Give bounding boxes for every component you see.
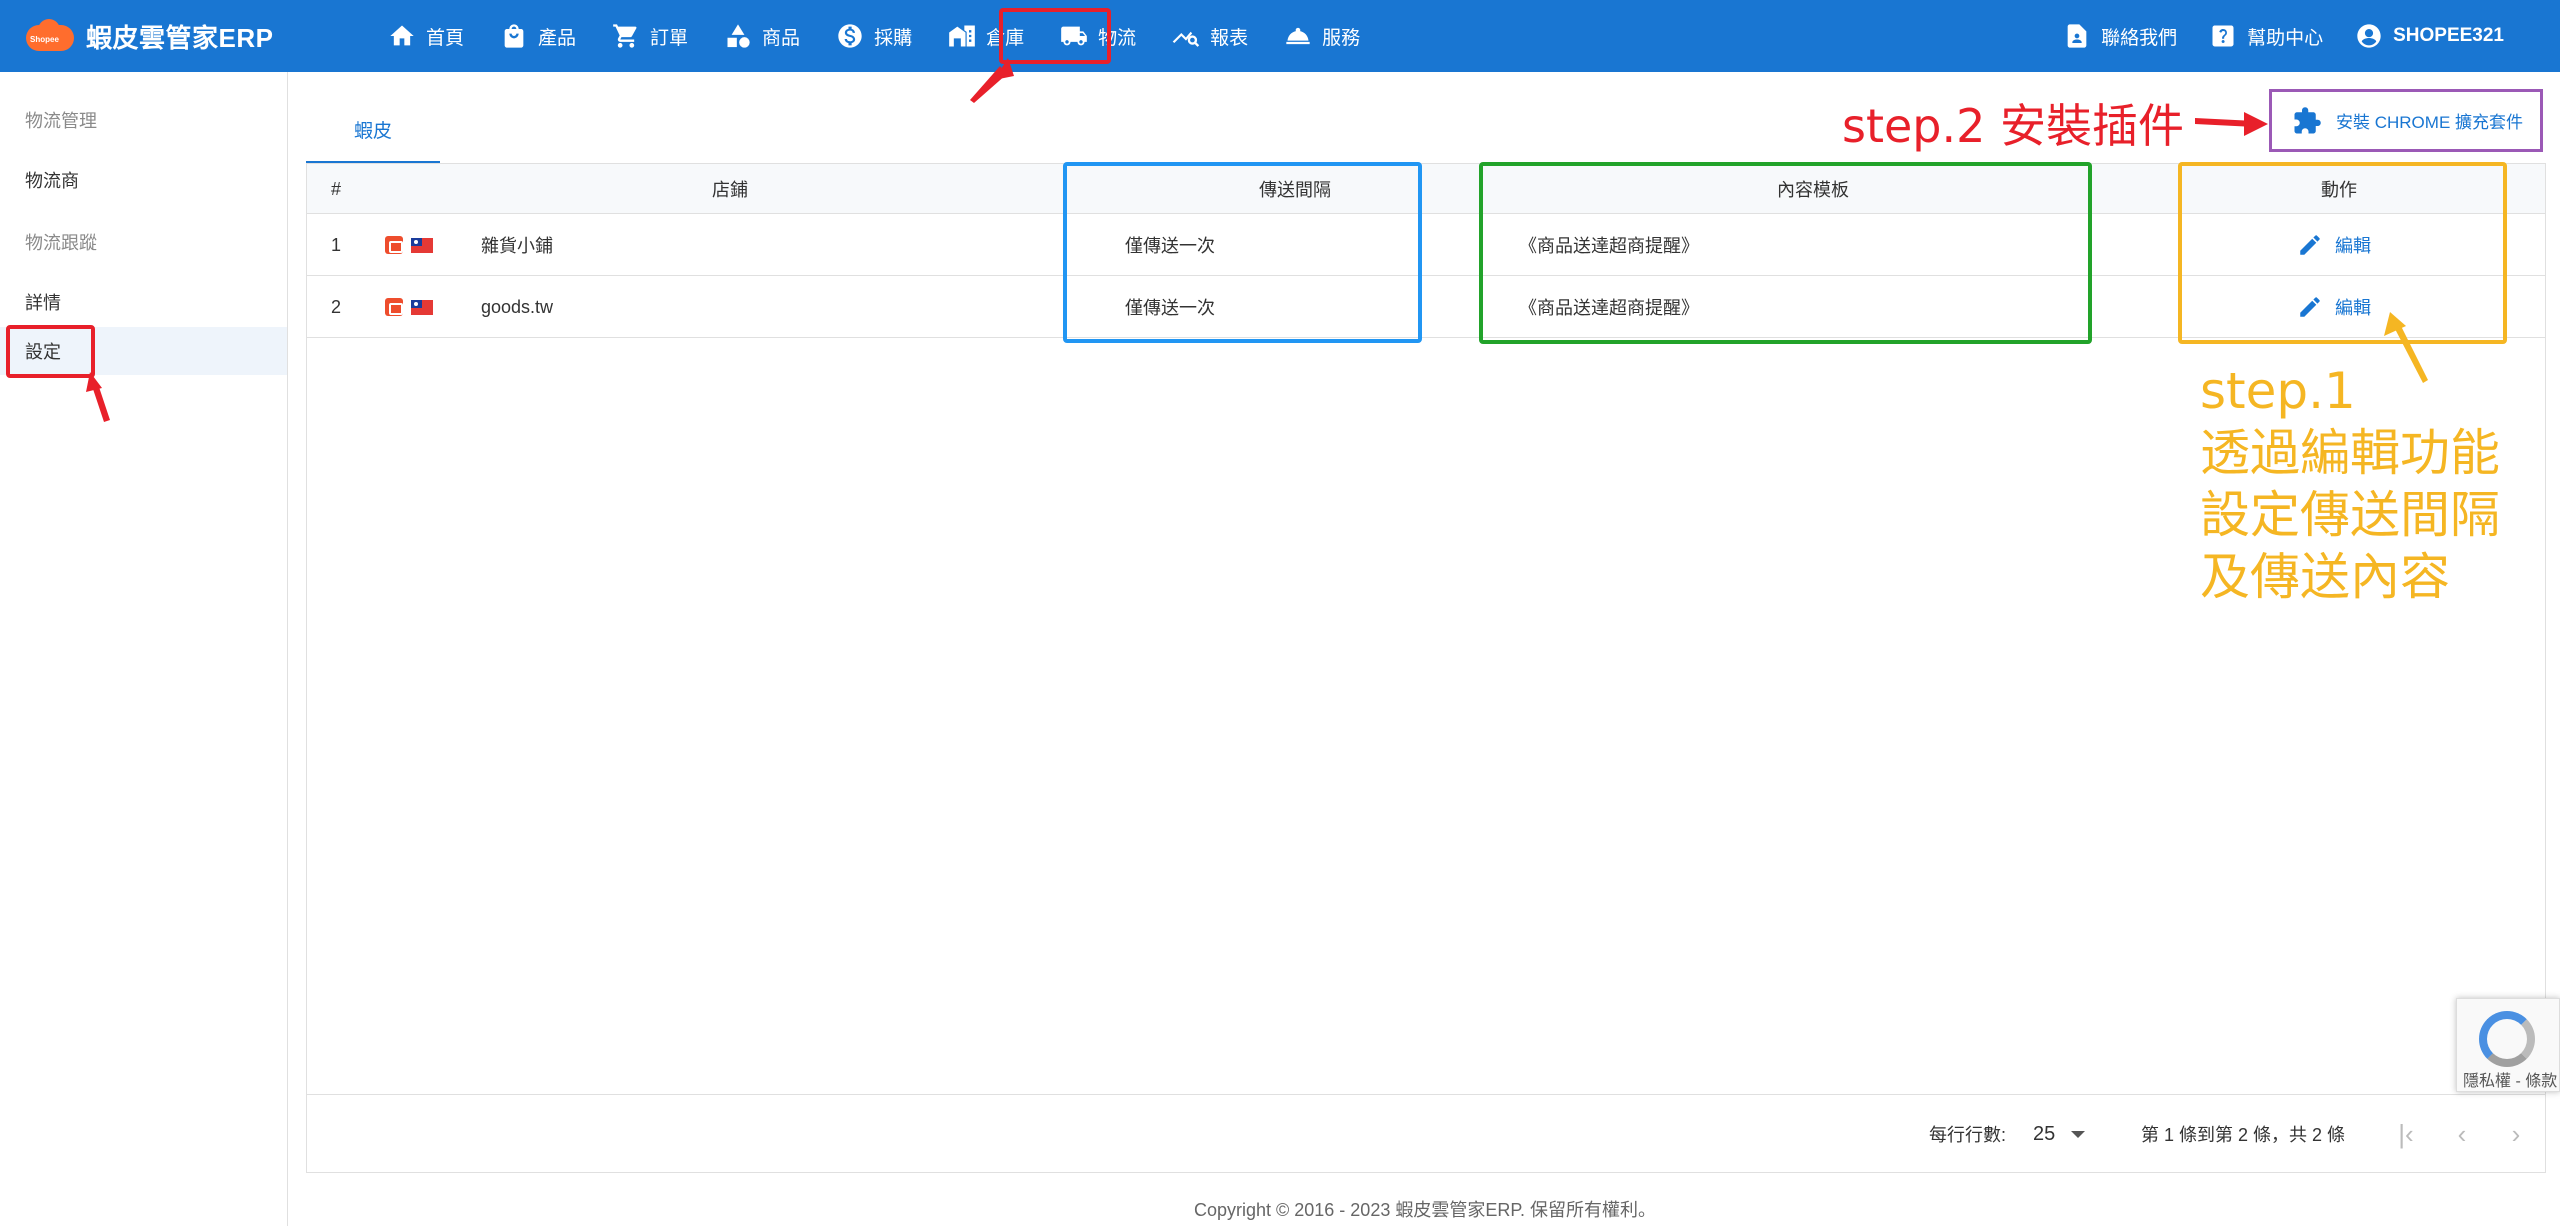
help-icon	[2212, 25, 2234, 47]
row-index: 2	[331, 296, 342, 317]
nav-item-help[interactable]: 幫助中心	[2193, 0, 2339, 72]
nav-item-purchase[interactable]: 採購	[818, 0, 930, 72]
nav-label: 聯絡我們	[2101, 27, 2178, 49]
bag-icon	[504, 24, 524, 48]
header-store: 店鋪	[712, 180, 748, 200]
nav-item-services[interactable]: 服務	[1266, 0, 1378, 72]
first-page-button[interactable]: |‹	[2387, 1115, 2425, 1153]
taiwan-flag-icon	[411, 299, 433, 315]
logo-text: Shopee	[30, 35, 59, 44]
nav-label: 首頁	[426, 27, 465, 49]
dollar-icon	[838, 24, 862, 48]
nav-item-home[interactable]: 首頁	[370, 0, 482, 72]
nav-label: 幫助中心	[2247, 27, 2324, 49]
table-pagination: 每行行數: 25 第 1 條到第 2 條，共 2 條 |‹ ‹ ›	[307, 1094, 2545, 1172]
warehouse-icon	[949, 25, 975, 47]
rows-per-page-label: 每行行數:	[1929, 1125, 2007, 1145]
sidebar: 物流管理 物流商 物流跟蹤 詳情 設定	[0, 72, 288, 1226]
annotation-step1-line: 及傳送內容	[2200, 548, 2450, 606]
shopee-bag-icon	[385, 236, 403, 254]
install-chrome-extension-button[interactable]: 安裝 CHROME 擴充套件	[2269, 89, 2543, 152]
sidebar-item-carriers[interactable]: 物流商	[0, 156, 287, 204]
row-store: 雜貨小鋪	[481, 236, 553, 256]
nav-item-contact[interactable]: 聯絡我們	[2047, 0, 2193, 72]
sidebar-item-details[interactable]: 詳情	[0, 278, 287, 326]
contact-icon	[2067, 24, 2087, 48]
tab-shopee[interactable]: 蝦皮	[306, 98, 440, 164]
sidebar-item-tracking[interactable]: 物流跟蹤	[0, 218, 287, 266]
nav-label: 訂單	[650, 27, 689, 49]
cloud-logo-icon: Shopee	[26, 19, 74, 53]
nav-label: 報表	[1210, 27, 1249, 49]
puzzle-icon	[2294, 106, 2321, 133]
annotation-step1-line: 設定傳送間隔	[2200, 486, 2500, 544]
shopee-bag-icon	[385, 298, 403, 316]
nav-label: 採購	[874, 27, 913, 49]
taiwan-flag-icon	[411, 237, 433, 253]
annotation-step1-line: 透過編輯功能	[2200, 424, 2500, 482]
next-page-button[interactable]: ›	[2497, 1115, 2535, 1153]
nav-item-reports[interactable]: 報表	[1154, 0, 1266, 72]
highlight-box-template	[1479, 162, 2092, 344]
nav-label: 商品	[762, 27, 801, 49]
account-icon	[2357, 24, 2381, 48]
highlight-box-logistics	[999, 8, 1111, 64]
main-nav: 首頁 產品 訂單 商品 採購 倉庫 物流 報表 服務	[370, 0, 1378, 72]
home-icon	[390, 25, 414, 46]
username: SHOPEE321	[2393, 25, 2504, 46]
annotation-step2: step.2 安裝插件	[1842, 99, 2185, 153]
chevron-left-icon: ‹	[2457, 1118, 2467, 1149]
nav-item-goods[interactable]: 商品	[706, 0, 818, 72]
store-platform-badges	[385, 214, 433, 276]
previous-page-button[interactable]: ‹	[2443, 1115, 2481, 1153]
highlight-box-settings	[6, 325, 95, 378]
rows-per-page-value: 25	[2033, 1122, 2056, 1145]
cart-icon	[613, 24, 637, 48]
recaptcha-text: 隱私權 - 條款	[2463, 1073, 2558, 1090]
nav-label: 產品	[538, 27, 577, 49]
nav-label: 服務	[1322, 27, 1361, 49]
rows-per-page-select[interactable]: 25	[2033, 1095, 2086, 1173]
highlight-box-action	[2178, 162, 2507, 344]
chevron-right-icon: ›	[2511, 1118, 2521, 1149]
shapes-icon	[727, 24, 750, 48]
highlight-box-interval	[1063, 162, 1422, 343]
user-nav: 聯絡我們 幫助中心 SHOPEE321	[2047, 0, 2520, 72]
annotation-step1: step.1 透過編輯功能 設定傳送間隔 及傳送內容	[2200, 360, 2500, 608]
red-arrow-install-head	[2244, 112, 2268, 136]
sidebar-item-logistics-management[interactable]: 物流管理	[0, 96, 287, 144]
store-platform-badges	[385, 276, 433, 338]
pagination-range: 第 1 條到第 2 條，共 2 條	[2141, 1125, 2346, 1145]
nav-item-orders[interactable]: 訂單	[594, 0, 706, 72]
bell-icon	[1286, 27, 1310, 45]
red-arrow-install	[2195, 118, 2255, 127]
brand-name: 蝦皮雲管家ERP	[86, 22, 274, 53]
nav-item-account[interactable]: SHOPEE321	[2339, 0, 2520, 72]
recaptcha-icon	[2479, 1011, 2535, 1067]
brand[interactable]: Shopee 蝦皮雲管家ERP	[26, 16, 273, 56]
row-index: 1	[331, 234, 342, 255]
copyright: Copyright © 2016 - 2023 蝦皮雲管家ERP. 保留所有權利…	[1193, 1200, 1657, 1220]
install-chrome-extension-label: 安裝 CHROME 擴充套件	[2336, 113, 2523, 132]
caret-down-icon	[2071, 1130, 2086, 1138]
row-store: goods.tw	[481, 296, 554, 317]
annotation-step1-line: step.1	[2200, 362, 2356, 420]
nav-item-products[interactable]: 產品	[482, 0, 594, 72]
header-index: #	[331, 178, 342, 199]
first-page-icon: |‹	[2398, 1118, 2414, 1149]
recaptcha-badge[interactable]: 隱私權 - 條款	[2456, 998, 2560, 1092]
top-navbar: Shopee 蝦皮雲管家ERP 首頁 產品 訂單 商品 採購 倉庫 物流 報表 …	[0, 0, 2560, 72]
chart-icon	[1172, 31, 1200, 47]
